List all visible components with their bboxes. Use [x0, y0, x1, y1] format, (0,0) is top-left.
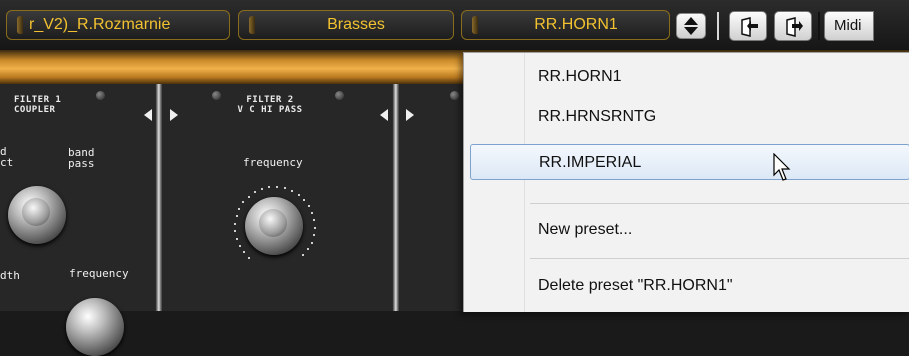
knob-cap: [259, 209, 287, 237]
module-divider: [392, 84, 400, 311]
scale-tick: [242, 251, 245, 254]
scale-tick: [238, 244, 241, 247]
menu-item-preset-selected[interactable]: RR.IMPERIAL: [470, 144, 909, 180]
scale-tick: [302, 254, 305, 257]
scale-tick: [234, 230, 237, 233]
knob-cap: [22, 198, 50, 226]
menu-separator: [530, 258, 909, 259]
scale-tick: [234, 222, 237, 225]
toolbar-separator: [717, 12, 719, 40]
screw: [96, 91, 105, 100]
filter1-title: FILTER 1 COUPLER: [14, 95, 61, 115]
scale-tick: [313, 226, 316, 229]
filter1-mode-knob[interactable]: [8, 186, 66, 244]
scale-tick: [248, 256, 251, 259]
toolbar-separator: [818, 12, 820, 40]
filter2-title: FILTER 2 V C HI PASS: [220, 95, 320, 115]
filter2-title-line2: V C HI PASS: [237, 105, 303, 115]
scale-tick: [268, 186, 271, 189]
category-selector-edge: [249, 16, 255, 34]
scale-tick: [238, 207, 241, 210]
filter2-frequency-knob[interactable]: [245, 197, 303, 255]
new-preset-menu-item[interactable]: New preset...: [470, 212, 909, 248]
preset-selector-edge: [472, 16, 478, 34]
filter1-frequency-knob[interactable]: [66, 298, 124, 356]
preset-selector-label: RR.HORN1: [534, 16, 618, 33]
screw: [450, 91, 459, 100]
category-selector-label: Brasses: [327, 16, 385, 33]
scale-tick: [311, 211, 314, 214]
scale-tick: [242, 201, 245, 204]
bank-selector[interactable]: r_V2)_R.Rozmarnie: [6, 10, 230, 40]
scale-tick: [303, 198, 306, 201]
bank-selector-label: r_V2)_R.Rozmarnie: [29, 16, 171, 33]
mouse-pointer-icon: [773, 153, 791, 181]
category-selector[interactable]: Brasses: [238, 10, 454, 40]
scale-tick: [290, 189, 293, 192]
export-preset-button[interactable]: [774, 11, 812, 41]
delete-preset-menu-item[interactable]: Delete preset "RR.HORN1": [470, 268, 909, 304]
menu-item-preset[interactable]: RR.HORN1: [470, 59, 909, 95]
menu-item-preset[interactable]: RR.HRNSRNTG: [470, 99, 909, 135]
filter2-frequency-label: frequency: [243, 156, 303, 169]
filter2-title-line1: FILTER 2: [246, 95, 294, 105]
scale-tick: [313, 234, 316, 237]
width-label: dth: [0, 269, 20, 282]
band-reject-label: d ct: [0, 145, 14, 169]
preset-dropdown-menu: RR.HORN1 RR.HRNSRNTG RR.IMPERIAL New pre…: [463, 52, 909, 312]
menu-item-label: RR.IMPERIAL: [539, 154, 642, 171]
menu-item-label: RR.HRNSRNTG: [538, 108, 657, 125]
midi-button[interactable]: Midi: [824, 11, 874, 41]
band-pass-label: band pass: [68, 146, 95, 170]
import-preset-button[interactable]: [729, 11, 767, 41]
menu-item-label: RR.HORN1: [538, 68, 622, 85]
menu-item-label: Delete preset "RR.HORN1": [538, 277, 733, 294]
scale-tick: [307, 248, 310, 251]
filter1-title-line2: COUPLER: [14, 105, 56, 115]
midi-button-label: Midi: [834, 17, 862, 34]
scale-tick: [235, 237, 238, 240]
menu-item-label: New preset...: [538, 221, 633, 238]
filter2-next-arrow[interactable]: [170, 109, 178, 121]
filter1-title-line1: FILTER 1: [14, 95, 62, 105]
scale-tick: [283, 187, 286, 190]
scale-tick: [276, 186, 279, 189]
preset-up-down-button[interactable]: [676, 13, 706, 39]
preset-toolbar: r_V2)_R.Rozmarnie Brasses RR.HORN1 Midi: [0, 0, 909, 50]
scale-tick: [307, 204, 310, 207]
scale-tick: [235, 214, 238, 217]
arrow-down-icon: [684, 27, 698, 35]
import-icon: [741, 17, 758, 37]
scale-tick: [313, 219, 316, 222]
scale-tick: [254, 191, 256, 194]
export-icon: [786, 17, 803, 37]
scale-tick: [260, 188, 263, 191]
module-divider: [155, 84, 163, 311]
scale-tick: [247, 195, 250, 198]
filter1-prev-arrow[interactable]: [144, 109, 152, 121]
preset-selector[interactable]: RR.HORN1: [461, 10, 670, 40]
scale-tick: [310, 241, 313, 244]
bank-selector-edge: [17, 16, 23, 34]
menu-separator: [530, 203, 909, 204]
screw: [335, 91, 344, 100]
filter2-prev-arrow[interactable]: [380, 109, 388, 121]
arrow-up-icon: [684, 17, 698, 25]
filter1-frequency-label: frequency: [69, 267, 129, 280]
filter3-next-arrow[interactable]: [406, 109, 414, 121]
scale-tick: [297, 193, 300, 196]
